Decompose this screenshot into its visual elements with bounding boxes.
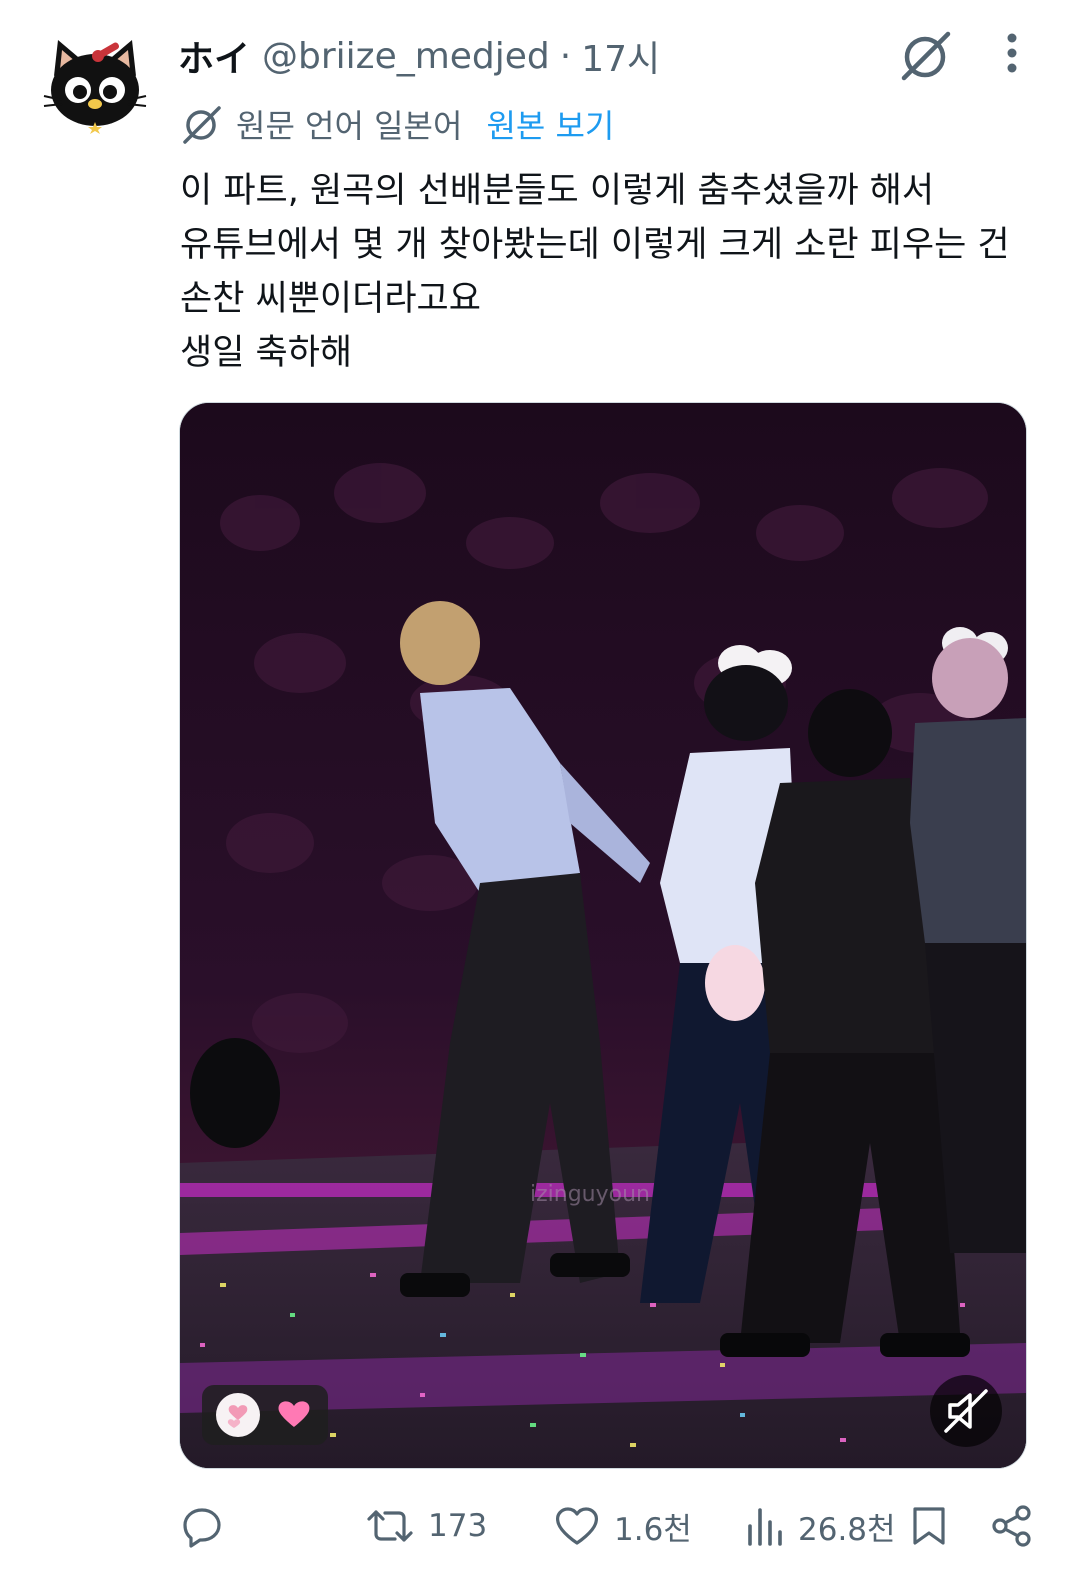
reply-button[interactable]	[180, 1496, 224, 1556]
more-vertical-icon	[1007, 33, 1017, 73]
user-handle[interactable]: @briize_medjed	[262, 36, 550, 77]
translation-label: 원문 언어 일본어	[236, 107, 463, 145]
black-cat-avatar-icon	[43, 40, 147, 134]
grok-translate-icon	[183, 106, 221, 144]
action-bar: 173 1.6천 26.8천	[180, 1496, 1040, 1556]
like-count: 1.6천	[614, 1511, 692, 1548]
heart-balloon-icon	[216, 1393, 310, 1437]
avatar[interactable]	[40, 34, 150, 134]
display-name[interactable]: ホイ	[178, 30, 250, 82]
like-button[interactable]: 1.6천	[554, 1496, 692, 1556]
post-text-line: 유튜브에서 몇 개 찾아봤는데 이렇게 크게 소란 피우는 건	[180, 225, 1010, 265]
post-text: 이 파트, 원곡의 선배분들도 이렇게 춤추셨을까 해서 유튜브에서 몇 개 찾…	[180, 164, 1040, 380]
show-original-link[interactable]: 원본 보기	[486, 101, 614, 147]
repost-icon	[367, 1510, 413, 1542]
separator-dot: ·	[559, 35, 572, 77]
post-text-line: 생일 축하해	[180, 333, 353, 373]
more-options-button[interactable]	[990, 28, 1034, 84]
views-button[interactable]: 26.8천	[746, 1496, 896, 1556]
mute-toggle-button[interactable]	[930, 1375, 1002, 1447]
repost-count: 173	[428, 1508, 488, 1544]
video-watermark: izinguyoun	[530, 1182, 650, 1207]
grok-icon	[901, 31, 951, 81]
pink-heart-icon	[278, 1401, 310, 1427]
reply-icon	[183, 1508, 221, 1548]
translation-info: 원문 언어 일본어 원본 보기	[180, 100, 614, 148]
views-count: 26.8천	[798, 1511, 896, 1548]
post-text-line: 이 파트, 원곡의 선배분들도 이렇게 춤추셨을까 해서	[180, 171, 935, 211]
share-button[interactable]	[990, 1496, 1034, 1556]
video-player[interactable]: izinguyoun	[179, 402, 1027, 1469]
views-icon	[748, 1508, 782, 1546]
concert-video-frame: izinguyoun	[180, 403, 1026, 1468]
share-icon	[992, 1505, 1031, 1547]
repost-button[interactable]: 173	[366, 1496, 487, 1556]
post-time[interactable]: 17시	[581, 30, 660, 82]
post-header: ホイ @briize_medjed · 17시	[178, 28, 660, 84]
bookmark-icon	[913, 1507, 945, 1545]
reaction-bubble[interactable]	[202, 1385, 328, 1445]
bookmark-button[interactable]	[910, 1496, 948, 1556]
grok-button[interactable]	[898, 28, 954, 84]
muted-speaker-icon	[944, 1389, 988, 1433]
post-text-line: 손찬 씨뿐이더라고요	[180, 279, 481, 319]
heart-icon	[556, 1507, 598, 1545]
